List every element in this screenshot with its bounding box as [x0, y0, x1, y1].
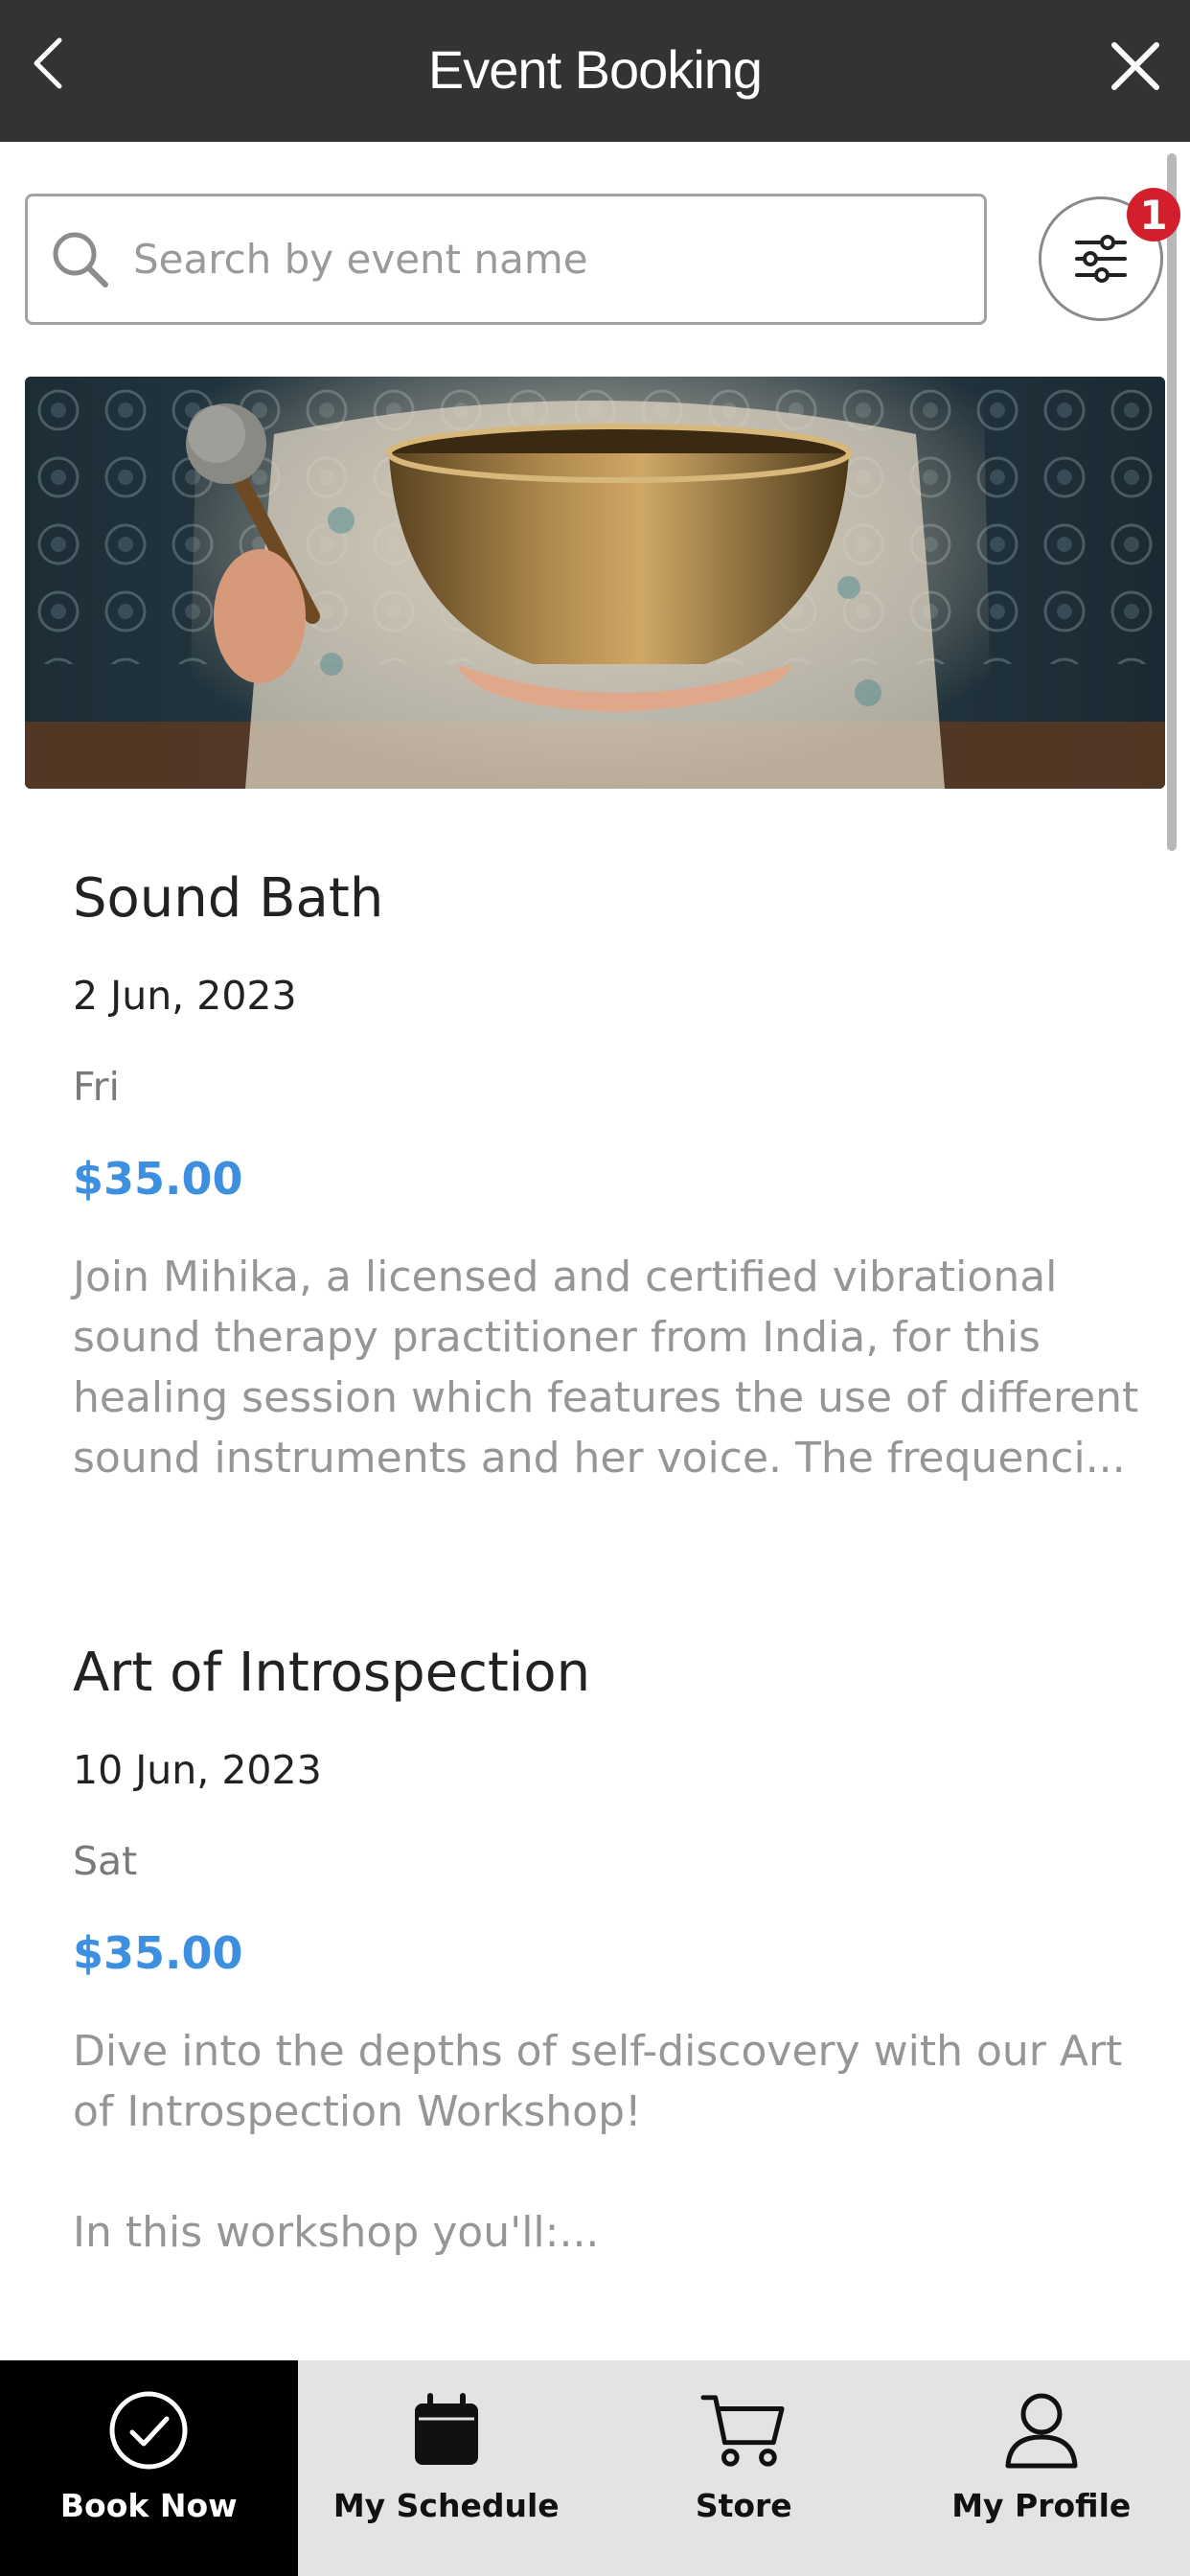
nav-store[interactable]: Store	[595, 2360, 893, 2576]
page-title: Event Booking	[427, 39, 763, 100]
event-card[interactable]: Art of Introspection 10 Jun, 2023 Sat $3…	[73, 1642, 1136, 2274]
event-day: Sat	[73, 1838, 138, 1884]
nav-my-schedule[interactable]: My Schedule	[298, 2360, 596, 2576]
event-card[interactable]: Sound Bath 2 Jun, 2023 Fri $35.00 Join M…	[73, 867, 1139, 1500]
scrollbar[interactable]	[1167, 153, 1177, 851]
event-name[interactable]: Art of Introspection	[73, 1642, 590, 1704]
close-button[interactable]	[1102, 33, 1169, 100]
event-price: $35.00	[73, 1153, 243, 1205]
cart-icon	[700, 2395, 785, 2467]
nav-label: My Schedule	[332, 2487, 560, 2524]
nav-label: Book Now	[59, 2487, 238, 2524]
bottom-nav: Book Now My Schedule Store My Profile	[0, 2360, 1190, 2576]
nav-my-profile[interactable]: My Profile	[893, 2360, 1190, 2576]
search-icon	[53, 232, 108, 288]
event-date: 10 Jun, 2023	[73, 1747, 322, 1793]
event-description: Join Mihika, a licensed and certified vi…	[73, 1253, 1139, 1483]
event-date: 2 Jun, 2023	[73, 973, 297, 1019]
nav-label: My Profile	[951, 2487, 1132, 2524]
search-input[interactable]	[133, 236, 957, 283]
nav-label: Store	[695, 2487, 792, 2524]
event-name[interactable]: Sound Bath	[73, 867, 383, 930]
calendar-icon	[414, 2393, 478, 2465]
event-price: $35.00	[73, 1927, 243, 1979]
event-description: Dive into the depths of self-discovery w…	[73, 2027, 1123, 2257]
event-image-sound-bath[interactable]	[25, 377, 1165, 789]
user-icon	[1005, 2393, 1078, 2469]
close-icon	[1111, 42, 1159, 90]
nav-book-now[interactable]: Book Now	[0, 2360, 298, 2576]
filter-count-badge: 1	[1127, 188, 1180, 242]
app-header: Event Booking	[0, 0, 1190, 142]
sliders-icon	[1075, 235, 1127, 283]
search-box[interactable]	[25, 194, 987, 325]
event-day: Fri	[73, 1064, 120, 1110]
check-circle-icon	[109, 2391, 188, 2470]
